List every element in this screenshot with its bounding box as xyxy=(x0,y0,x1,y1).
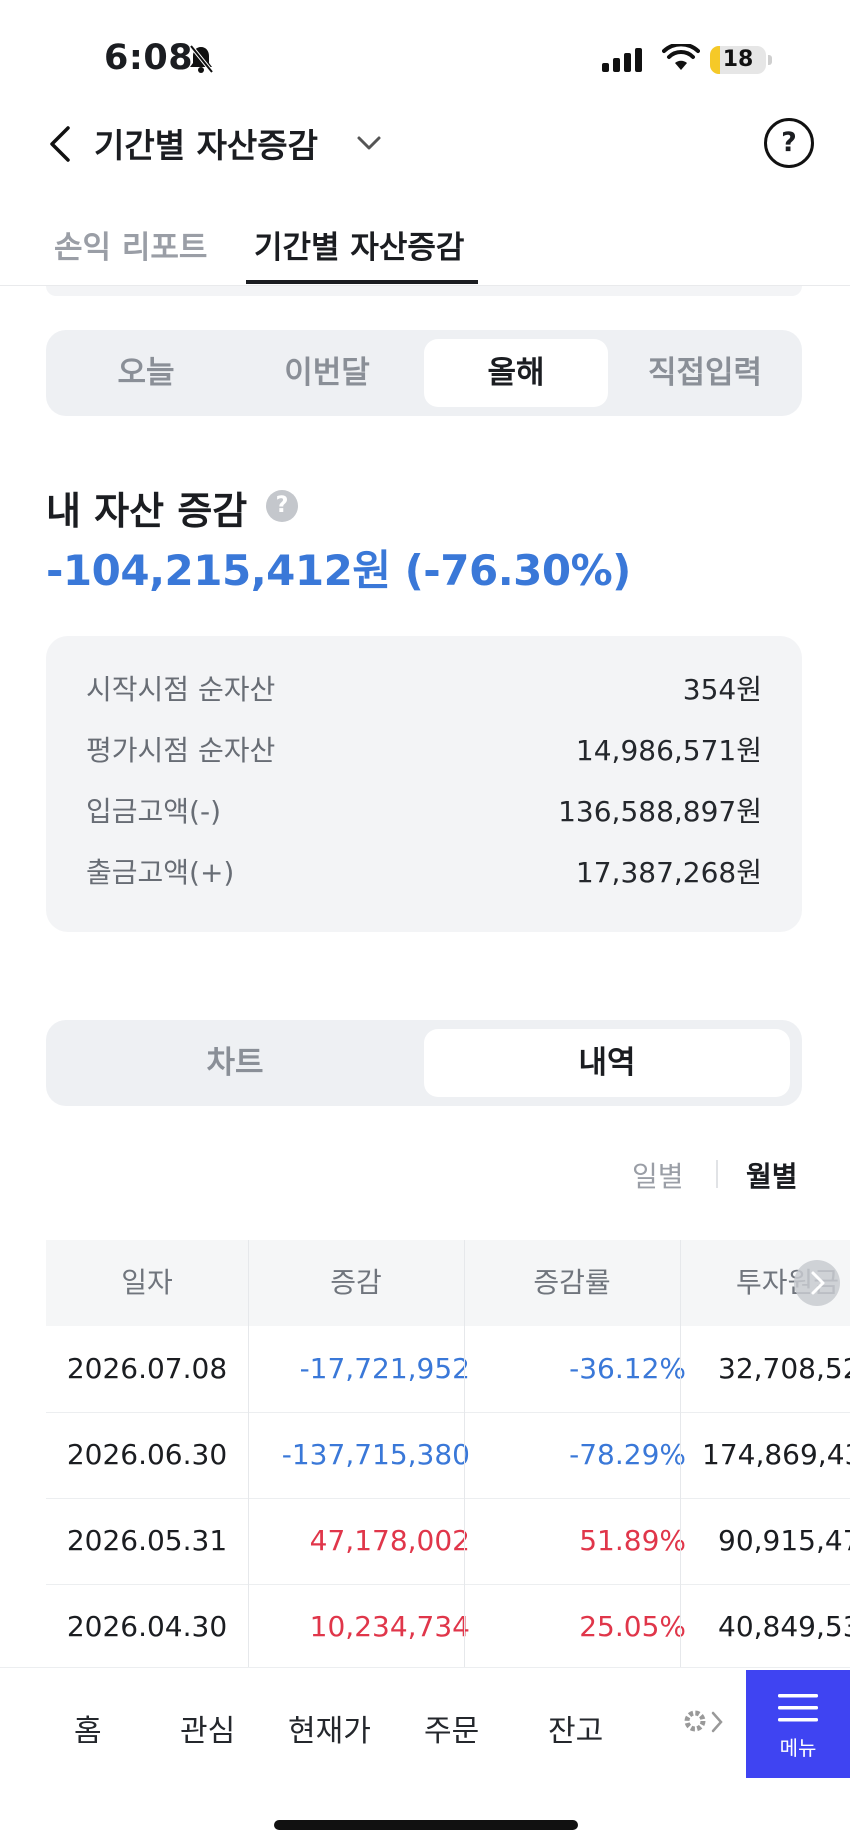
view-history[interactable]: 내역 xyxy=(424,1020,790,1106)
summary-row: 출금고액(+) 17,387,268원 xyxy=(86,851,762,891)
help-icon[interactable]: ? xyxy=(764,118,814,168)
summary-label: 입금고액(-) xyxy=(86,795,221,828)
summary-value: 354원 xyxy=(682,673,762,706)
cell-principal: 174,869,43 xyxy=(702,1438,850,1471)
header-rate: 증감률 xyxy=(533,1266,611,1299)
status-time: 6:08 xyxy=(104,38,194,78)
chevron-down-icon[interactable] xyxy=(356,134,382,156)
cell-change: -137,715,380 xyxy=(281,1438,470,1471)
battery-tip xyxy=(768,55,772,65)
cell-date: 2026.05.31 xyxy=(66,1524,228,1557)
summary-label: 평가시점 순자산 xyxy=(86,734,276,767)
chevron-right-icon[interactable] xyxy=(710,1710,724,1738)
table-row[interactable]: 2026.07.08 -17,721,952 -36.12% 32,708,52 xyxy=(46,1326,850,1413)
period-this-year[interactable]: 올해 xyxy=(424,330,608,416)
summary-value: 14,986,571원 xyxy=(575,734,762,767)
summary-value: 136,588,897원 xyxy=(558,795,762,828)
cell-date: 2026.06.30 xyxy=(66,1438,228,1471)
cell-rate: 51.89% xyxy=(579,1524,686,1557)
summary-row: 입금고액(-) 136,588,897원 xyxy=(86,790,762,830)
period-this-month[interactable]: 이번달 xyxy=(232,330,422,416)
header-change: 증감 xyxy=(330,1266,382,1299)
gear-icon[interactable] xyxy=(680,1706,710,1740)
column-divider xyxy=(464,1240,465,1670)
cell-principal: 40,849,53 xyxy=(718,1610,850,1643)
page-title[interactable]: 기간별 자산증감 xyxy=(94,119,318,167)
view-chart[interactable]: 차트 xyxy=(46,1020,424,1106)
nav-current-price[interactable]: 현재가 xyxy=(288,1706,371,1750)
period-selector: 오늘 이번달 올해 직접입력 xyxy=(46,330,802,416)
toggle-monthly[interactable]: 월별 xyxy=(746,1155,798,1195)
summary-label: 출금고액(+) xyxy=(86,856,235,889)
header-date: 일자 xyxy=(121,1266,173,1299)
summary-row: 평가시점 순자산 14,986,571원 xyxy=(86,729,762,769)
menu-button[interactable]: 메뉴 xyxy=(746,1670,850,1778)
period-today[interactable]: 오늘 xyxy=(46,330,246,416)
cell-change: 47,178,002 xyxy=(309,1524,470,1557)
cell-principal: 32,708,52 xyxy=(718,1352,850,1385)
menu-label: 메뉴 xyxy=(779,1736,817,1760)
wifi-icon xyxy=(662,42,700,76)
table-row[interactable]: 2026.05.31 47,178,002 51.89% 90,915,47 xyxy=(46,1498,850,1585)
column-divider xyxy=(248,1240,249,1670)
hamburger-icon xyxy=(778,1694,818,1726)
table-row[interactable]: 2026.04.30 10,234,734 25.05% 40,849,53 xyxy=(46,1584,850,1670)
cell-rate: -78.29% xyxy=(569,1438,686,1471)
cell-change: -17,721,952 xyxy=(299,1352,470,1385)
home-indicator[interactable] xyxy=(274,1820,578,1830)
cell-change: 10,234,734 xyxy=(309,1610,470,1643)
signal-icon xyxy=(602,48,642,72)
toggle-separator xyxy=(716,1160,718,1188)
cell-principal: 90,915,47 xyxy=(718,1524,850,1557)
tab-period-asset[interactable]: 기간별 자산증감 xyxy=(254,222,464,267)
tab-profit-report[interactable]: 손익 리포트 xyxy=(54,222,207,267)
table-header: 일자 증감 증감률 투자원금 xyxy=(46,1240,850,1326)
history-table: 일자 증감 증감률 투자원금 2026.07.08 -17,721,952 -3… xyxy=(46,1240,850,1670)
bell-muted-icon xyxy=(188,44,214,78)
cell-date: 2026.07.08 xyxy=(66,1352,228,1385)
table-row[interactable]: 2026.06.30 -137,715,380 -78.29% 174,869,… xyxy=(46,1412,850,1499)
column-divider xyxy=(680,1240,681,1670)
period-custom[interactable]: 직접입력 xyxy=(608,330,802,416)
summary-label: 시작시점 순자산 xyxy=(86,673,276,706)
asset-summary-card: 시작시점 순자산 354원 평가시점 순자산 14,986,571원 입금고액(… xyxy=(46,636,802,932)
cell-date: 2026.04.30 xyxy=(66,1610,228,1643)
toggle-daily[interactable]: 일별 xyxy=(632,1155,684,1195)
summary-value: 17,387,268원 xyxy=(575,856,762,889)
info-question-icon[interactable]: ? xyxy=(266,490,298,522)
tab-active-indicator xyxy=(246,280,478,284)
bottom-nav: 홈 관심 현재가 주문 잔고 xyxy=(0,1667,850,1780)
summary-row: 시작시점 순자산 354원 xyxy=(86,668,762,708)
asset-change-title: 내 자산 증감 xyxy=(46,489,248,533)
nav-watchlist[interactable]: 관심 xyxy=(180,1706,235,1750)
nav-order[interactable]: 주문 xyxy=(424,1706,479,1750)
view-selector: 차트 내역 xyxy=(46,1020,802,1106)
card-edge xyxy=(46,286,802,296)
nav-home[interactable]: 홈 xyxy=(74,1706,102,1750)
back-arrow-icon[interactable] xyxy=(46,124,72,168)
cell-rate: 25.05% xyxy=(579,1610,686,1643)
battery-icon: 18 xyxy=(710,46,766,74)
nav-balance[interactable]: 잔고 xyxy=(548,1706,603,1750)
scroll-right-button[interactable] xyxy=(794,1260,840,1306)
cell-rate: -36.12% xyxy=(569,1352,686,1385)
asset-change-value: -104,215,412원 (-76.30%) xyxy=(46,546,631,595)
